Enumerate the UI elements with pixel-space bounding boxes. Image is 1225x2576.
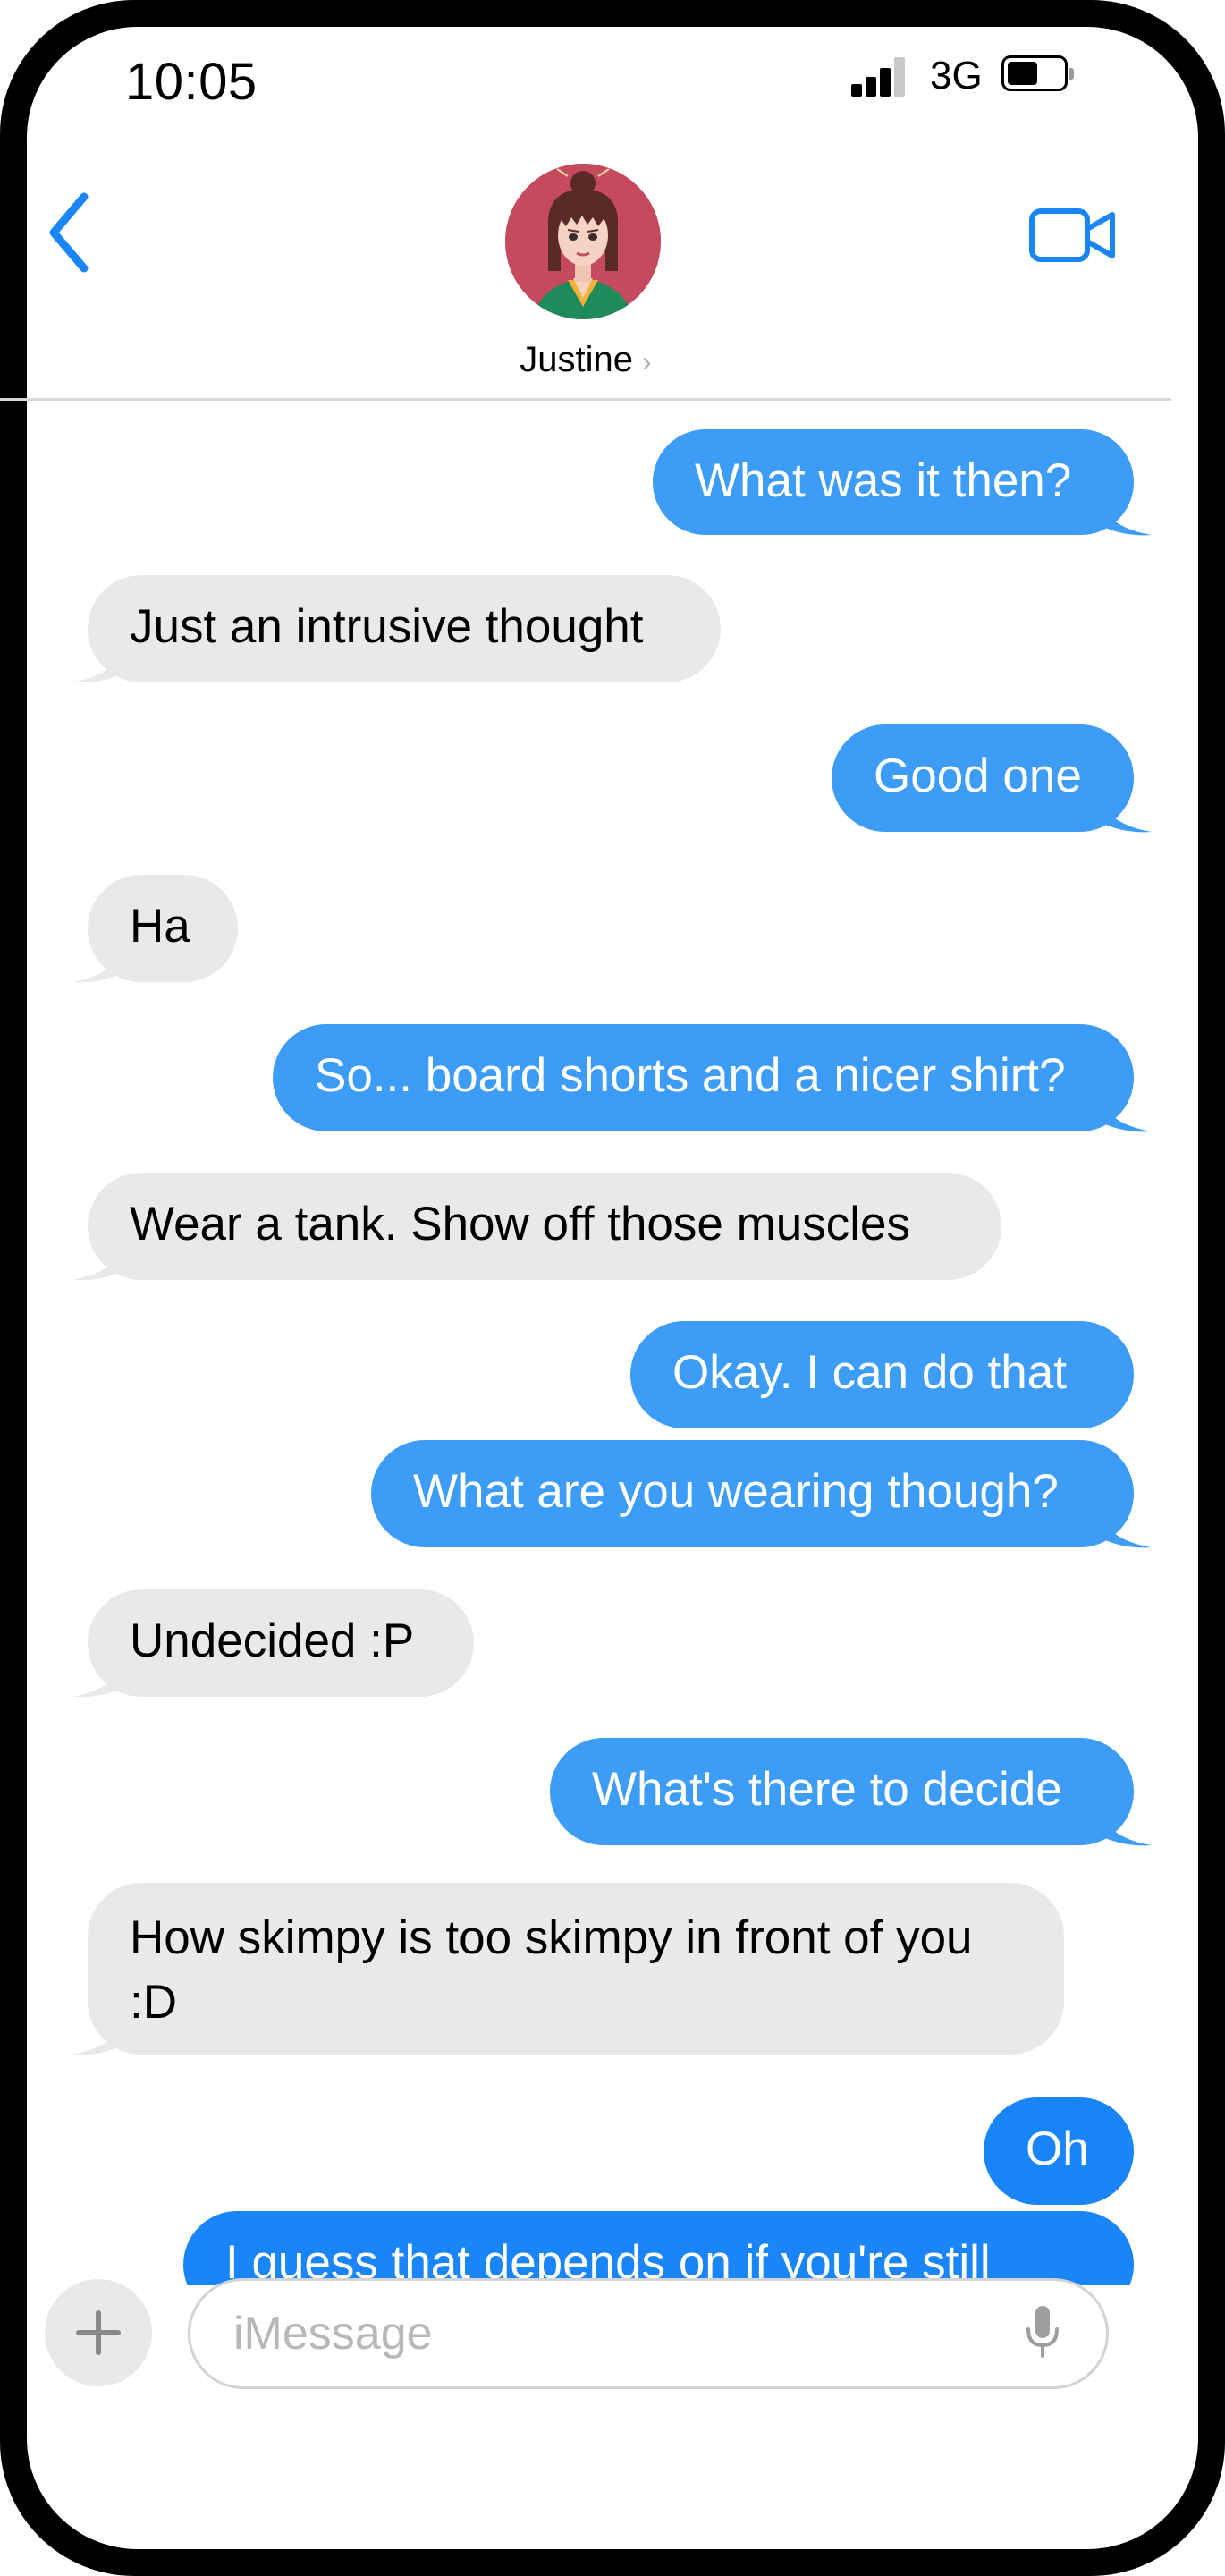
message-clip: I guess that depends on if you're still [0,2209,1225,2285]
header-divider [0,398,1171,401]
network-type: 3G [930,54,983,97]
message-incoming[interactable]: Just an intrusive thought [88,575,721,682]
message-text: Just an intrusive thought [130,600,644,653]
message-input[interactable] [188,2278,1109,2389]
cellular-signal-icon [851,55,908,97]
chevron-left-icon[interactable] [43,188,97,277]
message-outgoing[interactable]: I guess that depends on if you're still [183,2211,1134,2285]
bubble-tail [72,948,123,983]
message-text: What was it then? [695,454,1072,507]
message-text: Wear a tank. Show off those muscles [130,1198,910,1250]
avatar[interactable] [505,164,661,319]
message-outgoing[interactable]: Good one [832,724,1134,832]
status-time: 10:05 [125,53,258,111]
message-text: What are you wearing though? [413,1465,1059,1518]
bubble-tail [1100,1811,1152,1846]
message-outgoing[interactable]: What are you wearing though? [371,1440,1134,1547]
battery-level [1008,62,1037,85]
plus-button[interactable] [45,2279,152,2386]
message-outgoing[interactable]: Okay. I can do that [630,1321,1134,1428]
microphone-icon[interactable] [1025,2304,1060,2361]
message-text: Oh [1026,2123,1089,2175]
message-outgoing[interactable]: So... board shorts and a nicer shirt? [273,1024,1134,1131]
bubble-tail [1100,798,1152,833]
video-camera-icon[interactable] [1028,204,1118,267]
message-outgoing[interactable]: Oh [984,2097,1134,2205]
battery-icon [1001,55,1074,91]
bubble-tail [72,1246,123,1281]
message-incoming[interactable]: Wear a tank. Show off those muscles [88,1173,1001,1280]
bubble-tail [1100,1097,1152,1132]
message-text: Ha [130,900,190,953]
bubble-tail [72,2021,123,2055]
bubble-tail [72,1663,123,1698]
message-text: How skimpy is too skimpy in front of you… [130,1911,973,2029]
chevron-right-icon: › [642,345,652,377]
message-text: Good one [874,750,1082,802]
bubble-tail [1100,501,1152,536]
bubble-tail [72,648,123,683]
message-text: Undecided :P [130,1614,415,1667]
message-outgoing[interactable]: What's there to decide [550,1738,1134,1845]
contact-name[interactable]: Justine › [0,340,1171,380]
bubble-tail [1100,1513,1152,1548]
message-text: What's there to decide [592,1763,1062,1816]
message-incoming[interactable]: Undecided :P [88,1589,474,1697]
message-outgoing[interactable]: What was it then? [653,429,1134,535]
avatar-image [505,164,661,319]
message-incoming[interactable]: How skimpy is too skimpy in front of you… [88,1883,1064,2055]
message-text: So... board shorts and a nicer shirt? [315,1049,1066,1102]
contact-name-label: Justine [520,340,634,379]
message-text: Okay. I can do that [672,1346,1067,1399]
